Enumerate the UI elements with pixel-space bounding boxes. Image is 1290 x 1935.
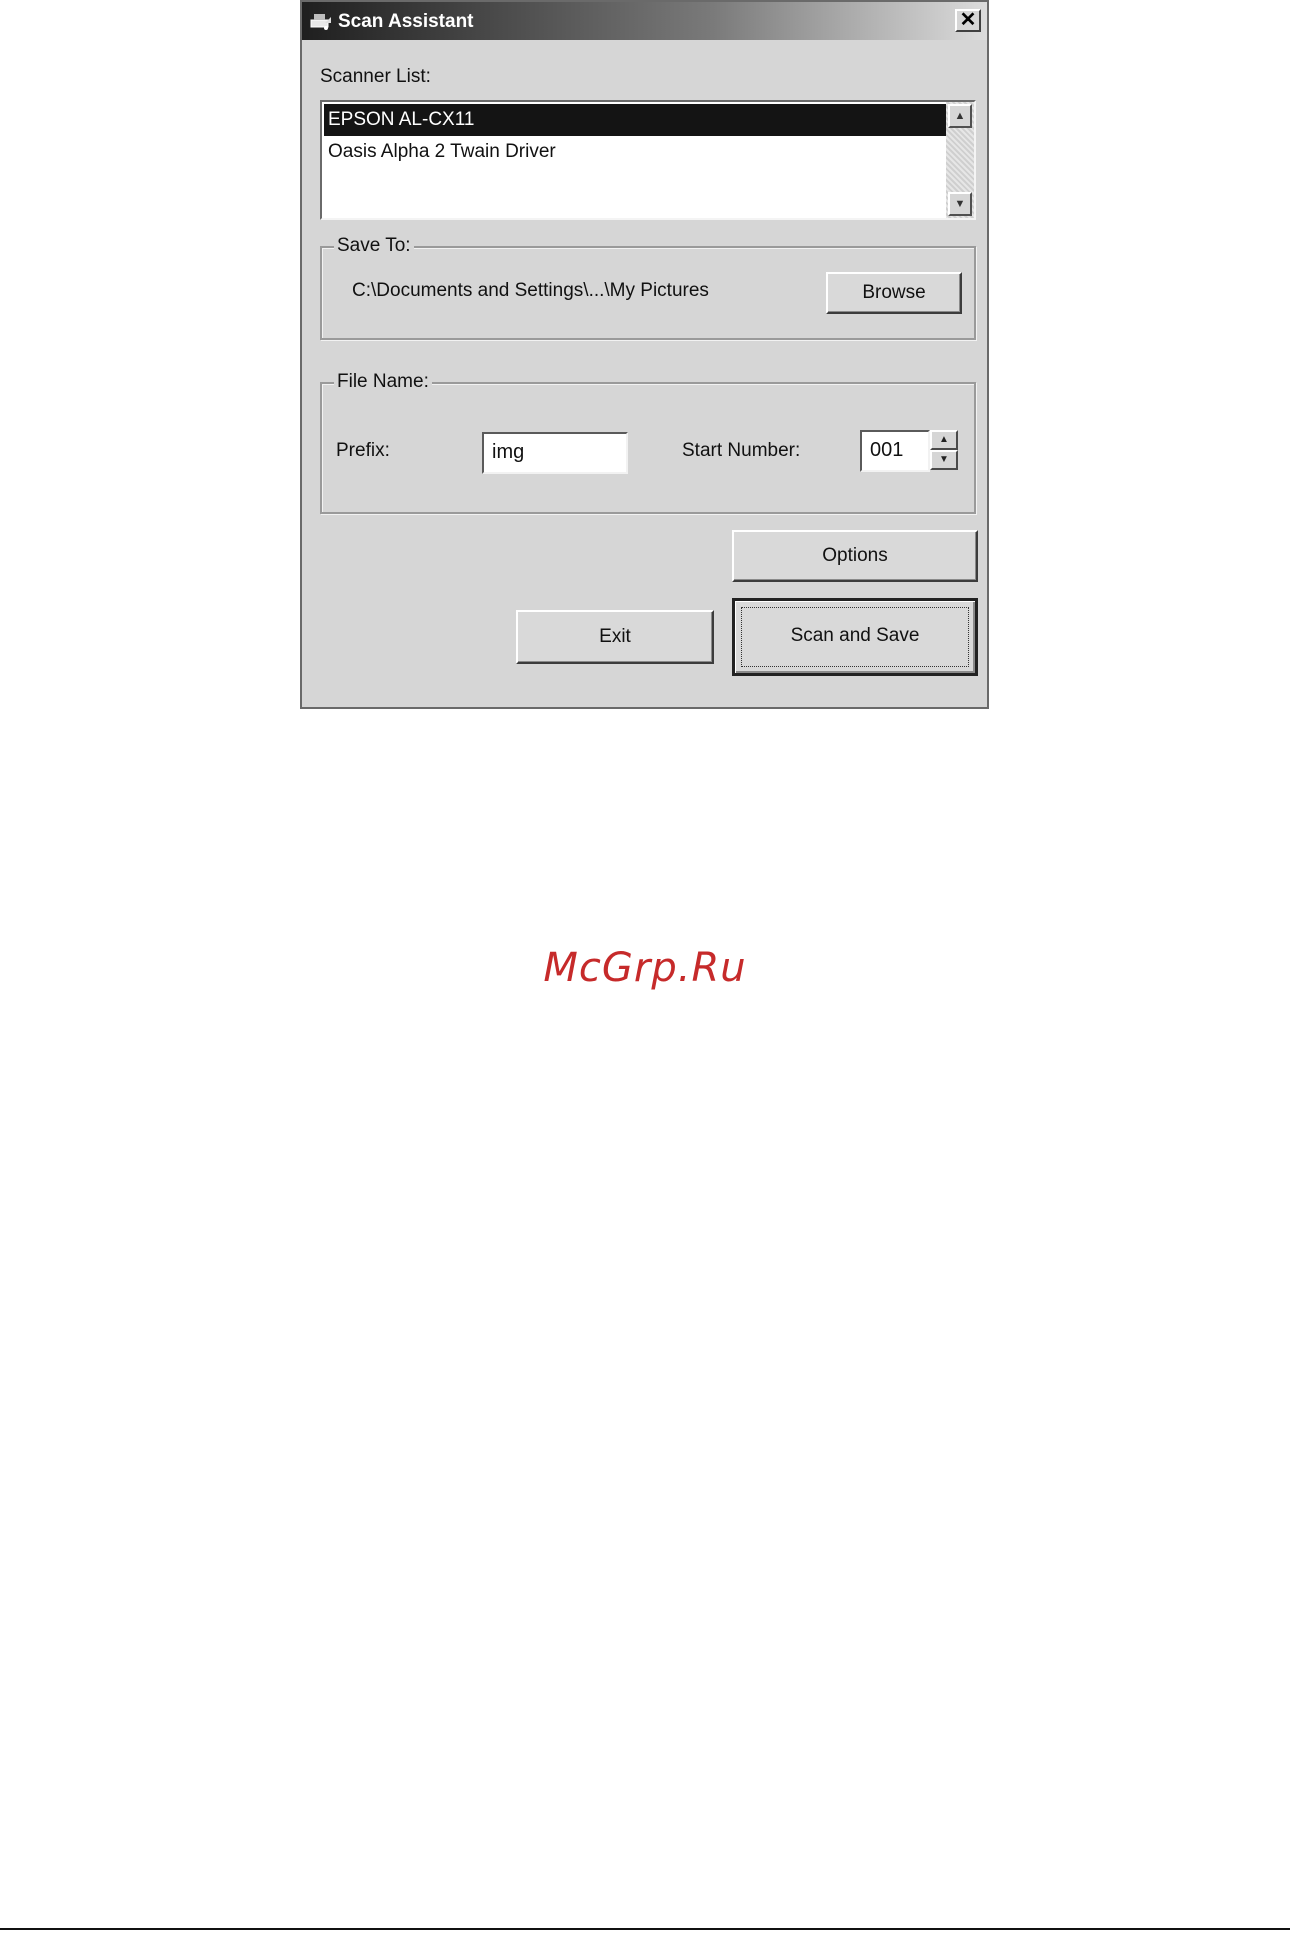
list-scrollbar[interactable]: ▲ ▼	[946, 102, 974, 218]
chevron-up-icon: ▲	[939, 434, 949, 445]
file-name-group: File Name: Prefix: img Start Number: 001…	[320, 371, 976, 514]
page-divider	[0, 1928, 1290, 1930]
chevron-down-icon: ▼	[939, 454, 949, 465]
increment-button[interactable]: ▲	[930, 430, 958, 450]
prefix-label: Prefix:	[336, 440, 390, 461]
watermark: McGrp.Ru	[543, 945, 747, 991]
list-item-label: EPSON AL-CX11	[328, 109, 475, 130]
scanner-listbox[interactable]: EPSON AL-CX11 Oasis Alpha 2 Twain Driver…	[320, 100, 976, 220]
exit-button-label: Exit	[599, 626, 631, 647]
list-item-label: Oasis Alpha 2 Twain Driver	[328, 141, 556, 162]
start-number-input[interactable]: 001	[860, 430, 930, 472]
options-button-label: Options	[822, 545, 888, 566]
browse-button-label: Browse	[862, 282, 926, 303]
chevron-up-icon: ▲	[954, 110, 966, 122]
start-number-stepper[interactable]: ▲ ▼	[930, 430, 958, 470]
focus-ring	[741, 607, 969, 667]
close-icon: ✕	[959, 9, 977, 31]
file-name-group-title: File Name:	[334, 371, 432, 393]
close-button[interactable]: ✕	[955, 9, 981, 32]
scanner-icon	[310, 14, 331, 30]
scroll-down-button[interactable]: ▼	[948, 192, 972, 216]
prefix-input[interactable]: img	[482, 432, 628, 474]
save-to-group: Save To: C:\Documents and Settings\...\M…	[320, 235, 976, 340]
exit-button[interactable]: Exit	[516, 610, 714, 664]
save-path-text: C:\Documents and Settings\...\My Picture…	[352, 280, 709, 301]
save-to-group-title: Save To:	[334, 235, 414, 257]
scroll-up-button[interactable]: ▲	[948, 104, 972, 128]
options-button[interactable]: Options	[732, 530, 978, 582]
start-number-label: Start Number:	[682, 440, 801, 461]
decrement-button[interactable]: ▼	[930, 450, 958, 470]
browse-button[interactable]: Browse	[826, 272, 962, 314]
scan-and-save-button[interactable]: Scan and Save	[732, 598, 978, 676]
scanner-list-item[interactable]: Oasis Alpha 2 Twain Driver	[324, 136, 946, 168]
scan-assistant-dialog: Scan Assistant ✕ Scanner List: EPSON AL-…	[300, 0, 989, 709]
window-title: Scan Assistant	[338, 11, 474, 32]
chevron-down-icon: ▼	[954, 198, 966, 210]
scanner-list-item[interactable]: EPSON AL-CX11	[324, 104, 946, 136]
scanner-list-label: Scanner List:	[320, 66, 431, 87]
title-bar[interactable]: Scan Assistant ✕	[302, 2, 987, 40]
